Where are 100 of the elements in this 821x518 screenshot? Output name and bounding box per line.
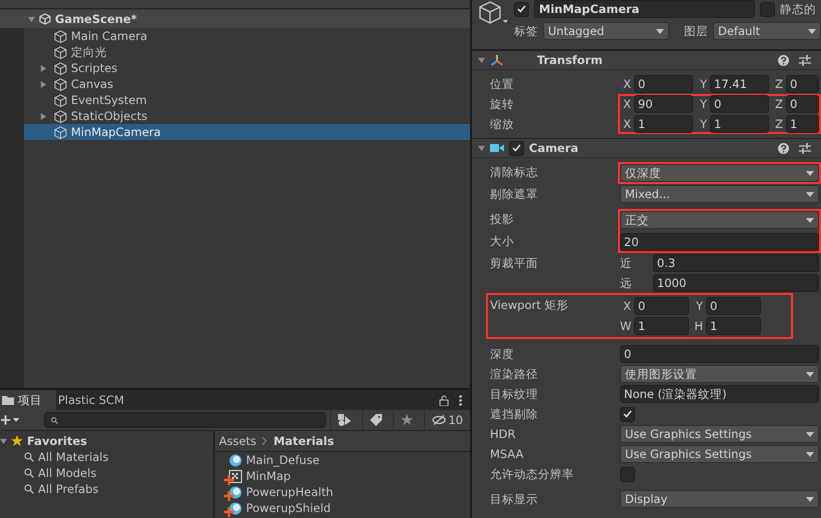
asset-item[interactable]: PowerupHealth xyxy=(215,484,470,500)
breadcrumb-link[interactable]: Materials xyxy=(273,434,334,448)
hierarchy-item[interactable]: Main Camera xyxy=(24,28,470,44)
hierarchy-item[interactable]: StaticObjects xyxy=(24,108,470,124)
folder-icon xyxy=(2,395,14,405)
number-field[interactable]: 1 xyxy=(634,115,693,134)
property-label: HDR xyxy=(490,426,516,444)
help-icon[interactable] xyxy=(778,54,789,66)
number-field[interactable]: 0 xyxy=(634,75,693,94)
sliders-icon[interactable] xyxy=(799,142,811,154)
active-checkbox[interactable] xyxy=(514,2,529,16)
expand-arrow-icon[interactable] xyxy=(478,56,485,64)
number-field[interactable]: 0 xyxy=(706,297,761,316)
caret-icon xyxy=(806,192,814,197)
lock-icon[interactable] xyxy=(439,394,449,406)
axis-label: X xyxy=(622,117,631,132)
asset-item[interactable]: Main_Defuse xyxy=(215,452,470,468)
expand-arrow-icon[interactable] xyxy=(40,80,47,88)
property-label: 允许动态分辨率 xyxy=(490,466,575,483)
tag-dropdown[interactable]: Untagged xyxy=(543,22,669,40)
number-field[interactable]: 1 xyxy=(710,115,769,134)
favorite-item[interactable]: All Models xyxy=(0,465,213,481)
component-title: Transform xyxy=(537,53,603,68)
asset-item[interactable]: PowerupShield xyxy=(215,500,470,516)
hierarchy-item[interactable]: Canvas xyxy=(24,76,470,92)
object-name: Canvas xyxy=(71,77,114,91)
expand-arrow-icon[interactable] xyxy=(40,112,47,120)
dropdown[interactable]: Display xyxy=(620,490,819,508)
layer-dropdown[interactable]: Default xyxy=(713,22,821,40)
checkbox[interactable] xyxy=(620,406,635,422)
favorite-item[interactable]: All Materials xyxy=(0,449,213,465)
object-field[interactable]: None (渲染器纹理) xyxy=(620,385,819,404)
search-field[interactable] xyxy=(44,412,326,428)
cube-icon xyxy=(54,62,67,74)
checkbox[interactable] xyxy=(620,466,635,482)
asset-item[interactable]: MinMap xyxy=(215,468,470,484)
scene-header[interactable]: GameScene* xyxy=(0,10,470,28)
number-field[interactable]: 20 xyxy=(620,233,819,252)
axis-label: X xyxy=(622,299,631,314)
tag-icon xyxy=(370,414,382,426)
breadcrumb-link[interactable]: Assets xyxy=(219,434,256,448)
expand-arrow-icon[interactable] xyxy=(478,144,485,152)
number-field[interactable]: 0 xyxy=(710,95,769,114)
favorite-item[interactable]: All Prefabs xyxy=(0,481,213,497)
component-header[interactable]: Transform xyxy=(472,50,821,70)
dropdown[interactable]: Use Graphics Settings xyxy=(620,445,819,464)
dropdown[interactable]: 正交 xyxy=(620,211,819,230)
panel-tab[interactable]: 项目 xyxy=(0,390,56,410)
add-menu-icon[interactable] xyxy=(0,414,20,426)
number-field[interactable]: 1000 xyxy=(653,274,819,292)
number-field[interactable]: 0 xyxy=(634,297,689,316)
number-field[interactable]: 0 xyxy=(786,75,819,94)
property-label: 剔除遮罩 xyxy=(490,186,539,203)
sliders-icon[interactable] xyxy=(799,54,811,66)
axis-label: Z xyxy=(774,97,783,112)
expand-arrow-icon[interactable] xyxy=(40,64,47,72)
shapes-icon xyxy=(338,414,352,426)
number-field[interactable]: 90 xyxy=(634,95,693,114)
dropdown[interactable]: 使用图形设置 xyxy=(620,365,819,384)
help-icon[interactable] xyxy=(778,142,789,154)
checkmark-icon xyxy=(512,144,521,152)
property-label: Viewport 矩形 xyxy=(490,296,570,314)
dropdown[interactable]: Mixed... xyxy=(620,185,819,204)
number-field[interactable]: 1 xyxy=(706,317,761,336)
more-menu-icon[interactable] xyxy=(459,394,462,406)
hierarchy-item[interactable]: 定向光 xyxy=(24,44,470,60)
hierarchy-item[interactable]: EventSystem xyxy=(24,92,470,108)
dropdown[interactable]: 仅深度 xyxy=(620,164,819,182)
axis-label: 近 xyxy=(620,256,633,271)
plus-icon xyxy=(224,491,234,501)
number-field[interactable]: 0.3 xyxy=(653,254,819,272)
hidden-packages-button[interactable]: 10 xyxy=(424,410,470,430)
panel-tab[interactable]: Plastic SCM xyxy=(56,390,138,410)
axis-label: Z xyxy=(774,77,783,92)
number-field[interactable]: 1 xyxy=(634,317,689,336)
number-field[interactable]: 1 xyxy=(786,115,819,134)
expand-arrow-icon[interactable] xyxy=(28,16,35,22)
object-name-field[interactable]: MinMapCamera xyxy=(534,0,755,18)
property-label: 目标纹理 xyxy=(490,386,539,403)
search-icon xyxy=(24,468,34,478)
hierarchy-item[interactable]: MinMapCamera xyxy=(24,124,470,140)
expand-arrow-icon[interactable] xyxy=(0,438,7,444)
eye-slash-icon xyxy=(432,415,446,425)
number-field[interactable]: 0 xyxy=(786,95,819,114)
component-checkbox[interactable] xyxy=(509,140,524,156)
component-header[interactable]: Camera xyxy=(472,138,821,158)
layer-label: 图层 xyxy=(684,24,708,38)
checkmark-icon xyxy=(517,5,526,13)
axis-label: X xyxy=(622,97,631,112)
axis-label: 远 xyxy=(620,276,633,291)
axes-icon xyxy=(490,54,504,67)
dropdown[interactable]: Use Graphics Settings xyxy=(620,425,819,444)
axis-label: Z xyxy=(774,117,783,132)
search-icon xyxy=(24,452,34,462)
number-field[interactable]: 17.41 xyxy=(710,75,769,94)
property-label: 目标显示 xyxy=(490,490,539,508)
number-field[interactable]: 0 xyxy=(620,345,819,364)
axis-label: Y xyxy=(698,117,707,132)
hierarchy-item[interactable]: Scriptes xyxy=(24,60,470,76)
static-checkbox[interactable] xyxy=(760,2,775,16)
